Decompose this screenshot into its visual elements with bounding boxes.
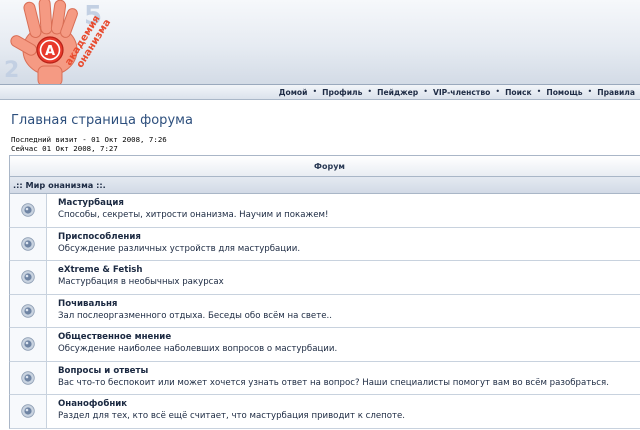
forum-text-cell: eXtreme & Fetish Мастурбация в необычных …	[47, 261, 224, 294]
nav-item-1[interactable]: Домой	[274, 88, 313, 97]
nav-item-5[interactable]: Поиск	[500, 88, 537, 97]
forum-icon-cell	[10, 361, 47, 394]
forum-icon-cell	[10, 227, 47, 260]
nav-item-7[interactable]: Правила	[592, 88, 640, 97]
table-header-forum: Форум	[9, 155, 640, 176]
nav-item-4[interactable]: VIP-членство	[428, 88, 495, 97]
forum-status-icon	[21, 404, 35, 418]
forum-status-icon	[21, 304, 35, 318]
site-header: 2 5 А академия онанизма	[0, 0, 640, 84]
forum-link[interactable]: Общественное мнение	[58, 332, 337, 343]
forum-description: Раздел для тех, кто всё ещё считает, что…	[58, 411, 406, 421]
page-title: Главная страница форума	[11, 113, 193, 128]
forum-icon-cell	[10, 328, 47, 361]
forum-description: Обсуждение различных устройств для масту…	[58, 243, 301, 254]
forum-status-icon	[21, 337, 35, 351]
forum-link[interactable]: Мастурбация	[58, 198, 328, 209]
last-visit-text: Последний визит - 01 Окт 2008, 7:26	[11, 135, 167, 144]
forum-row: Приспособления Обсуждение различных устро…	[9, 227, 640, 261]
forum-link[interactable]: Онанофобник	[58, 399, 405, 410]
forum-row: Мастурбация Способы, секреты, хитрости он…	[9, 194, 640, 228]
forum-link[interactable]: Почивальня	[58, 299, 332, 310]
digit-decor: 2	[4, 58, 19, 83]
forum-status-icon	[21, 270, 35, 284]
forum-row: Онанофобник Раздел для тех, кто всё ещё с…	[9, 395, 640, 429]
forum-table: Форум .:: Мир онанизма ::. Мастурбация Сп…	[9, 155, 640, 429]
forum-description: Зал послеоргазменного отдыха. Беседы обо…	[58, 310, 332, 321]
forum-text-cell: Мастурбация Способы, секреты, хитрости он…	[47, 194, 328, 227]
forum-status-icon	[21, 203, 35, 217]
forum-text-cell: Приспособления Обсуждение различных устро…	[47, 228, 300, 261]
forum-icon-cell	[10, 194, 47, 227]
forum-description: Обсуждение наиболее наболевших вопросов …	[58, 344, 338, 354]
forum-list: Мастурбация Способы, секреты, хитрости он…	[9, 194, 640, 429]
forum-text-cell: Вопросы и ответы Вас что-то беспокоит или…	[47, 362, 609, 395]
forum-row: Общественное мнение Обсуждение наиболее н…	[9, 328, 640, 362]
forum-description: Способы, секреты, хитрости онанизма. Нау…	[58, 210, 329, 220]
forum-icon-cell	[10, 261, 47, 294]
current-time-text: Сейчас 01 Окт 2008, 7:27	[11, 144, 118, 153]
forum-text-cell: Почивальня Зал послеоргазменного отдыха. …	[47, 295, 332, 328]
forum-description: Вас что-то беспокоит или может хочется у…	[58, 377, 609, 388]
category-row[interactable]: .:: Мир онанизма ::.	[9, 176, 640, 194]
nav-item-2[interactable]: Профиль	[317, 88, 367, 97]
logo-letter: А	[45, 44, 55, 59]
forum-icon-cell	[10, 294, 47, 327]
forum-link[interactable]: Приспособления	[58, 232, 300, 243]
forum-status-icon	[21, 237, 35, 251]
forum-row: Почивальня Зал послеоргазменного отдыха. …	[9, 294, 640, 328]
visit-info: Последний визит - 01 Окт 2008, 7:26 Сейч…	[11, 135, 167, 153]
nav-item-3[interactable]: Пейджер	[372, 88, 423, 97]
nav-item-6[interactable]: Помощь	[541, 88, 587, 97]
forum-icon-cell	[10, 395, 47, 428]
forum-description: Мастурбация в необычных ракурсах	[58, 277, 224, 287]
forum-row: Вопросы и ответы Вас что-то беспокоит или…	[9, 361, 640, 395]
forum-link[interactable]: Вопросы и ответы	[58, 366, 609, 377]
top-navigation: Домой • Профиль • Пейджер • VIP-членство • Поиск…	[0, 84, 640, 100]
forum-text-cell: Общественное мнение Обсуждение наиболее н…	[47, 328, 337, 361]
forum-text-cell: Онанофобник Раздел для тех, кто всё ещё с…	[47, 395, 405, 428]
forum-row: eXtreme & Fetish Мастурбация в необычных …	[9, 261, 640, 295]
forum-status-icon	[21, 371, 35, 385]
academy-logo[interactable]: 2 5 А академия онанизма	[0, 0, 140, 84]
forum-link[interactable]: eXtreme & Fetish	[58, 265, 224, 276]
